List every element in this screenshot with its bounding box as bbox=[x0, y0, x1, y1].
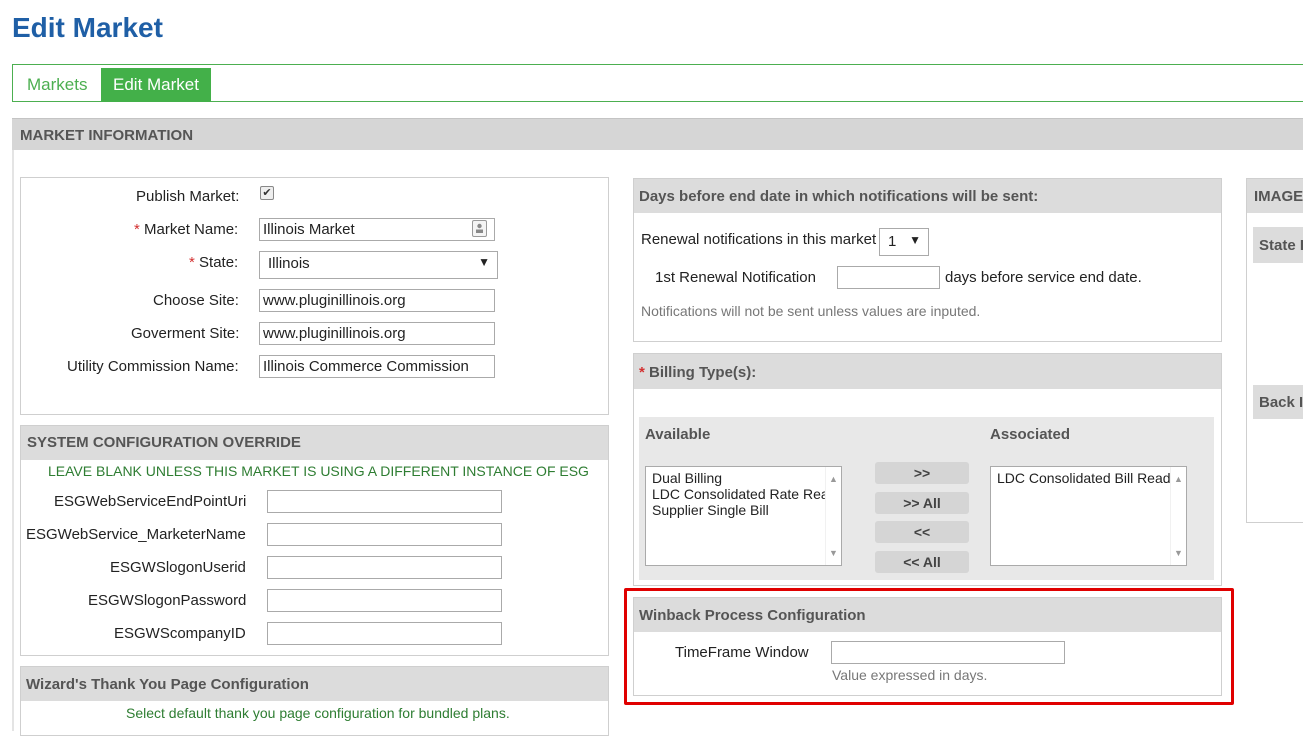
esg-marketer-name-label: ESGWebService_MarketerName bbox=[26, 526, 246, 543]
billing-header: * Billing Type(s): bbox=[634, 354, 1221, 389]
associated-listbox[interactable]: LDC Consolidated Bill Read ▲ ▼ bbox=[990, 466, 1187, 566]
chevron-down-icon: ▼ bbox=[909, 233, 921, 247]
timeframe-window-hint: Value expressed in days. bbox=[832, 667, 988, 683]
scroll-down-icon[interactable]: ▼ bbox=[829, 545, 838, 561]
wizard-note: Select default thank you page configurat… bbox=[126, 705, 510, 721]
tab-markets[interactable]: Markets bbox=[15, 68, 99, 102]
contact-card-icon[interactable] bbox=[472, 220, 487, 237]
available-label: Available bbox=[645, 426, 711, 443]
required-mark: * bbox=[189, 254, 195, 271]
choose-site-input[interactable]: www.pluginillinois.org bbox=[259, 289, 495, 312]
chevron-down-icon: ▼ bbox=[478, 255, 490, 269]
renewal-count-select[interactable]: 1 ▼ bbox=[879, 228, 929, 256]
back-image-header: Back I bbox=[1253, 385, 1303, 419]
billing-title: Billing Type(s): bbox=[649, 364, 757, 381]
list-item[interactable]: Dual Billing bbox=[652, 470, 835, 486]
publish-market-checkbox[interactable]: ✔ bbox=[260, 186, 274, 200]
scroll-down-icon[interactable]: ▼ bbox=[1174, 545, 1183, 561]
remove-all-button[interactable]: << All bbox=[875, 551, 969, 573]
system-config-header: SYSTEM CONFIGURATION OVERRIDE bbox=[21, 426, 608, 460]
section-left-rule bbox=[12, 150, 14, 731]
state-label-text: State: bbox=[199, 254, 239, 271]
esg-marketer-name-input[interactable] bbox=[267, 523, 502, 546]
renewal-count-value: 1 bbox=[888, 233, 897, 250]
first-renewal-suffix: days before service end date. bbox=[945, 269, 1142, 286]
notifications-header: Days before end date in which notificati… bbox=[634, 179, 1221, 213]
utility-commission-label: Utility Commission Name: bbox=[67, 358, 239, 375]
scroll-up-icon[interactable]: ▲ bbox=[829, 471, 838, 487]
esg-logon-password-input[interactable] bbox=[267, 589, 502, 612]
choose-site-label: Choose Site: bbox=[153, 292, 239, 309]
scroll-up-icon[interactable]: ▲ bbox=[1174, 471, 1183, 487]
state-select[interactable]: Illinois ▼ bbox=[259, 251, 498, 279]
remove-button[interactable]: << bbox=[875, 521, 969, 543]
esg-company-id-label: ESGWScompanyID bbox=[114, 625, 246, 642]
system-config-note: LEAVE BLANK UNLESS THIS MARKET IS USING … bbox=[48, 463, 589, 479]
state-label: * State: bbox=[189, 254, 238, 271]
utility-commission-input[interactable]: Illinois Commerce Commission bbox=[259, 355, 495, 378]
government-site-input[interactable]: www.pluginillinois.org bbox=[259, 322, 495, 345]
esg-logon-password-label: ESGWSlogonPassword bbox=[88, 592, 247, 609]
winback-header: Winback Process Configuration bbox=[634, 598, 1221, 632]
add-button[interactable]: >> bbox=[875, 462, 969, 484]
esg-endpoint-label: ESGWebServiceEndPointUri bbox=[54, 493, 247, 510]
renewal-notifications-label: Renewal notifications in this market bbox=[641, 231, 877, 248]
available-listbox[interactable]: Dual Billing LDC Consolidated Rate Rea S… bbox=[645, 466, 842, 566]
required-mark: * bbox=[134, 221, 140, 238]
government-site-value: www.pluginillinois.org bbox=[263, 325, 406, 342]
first-renewal-input[interactable] bbox=[837, 266, 940, 289]
utility-commission-value: Illinois Commerce Commission bbox=[263, 358, 469, 375]
publish-market-label: Publish Market: bbox=[136, 188, 240, 205]
market-name-label-text: Market Name: bbox=[144, 221, 239, 238]
esg-logon-userid-label: ESGWSlogonUserid bbox=[110, 559, 246, 576]
list-item[interactable]: LDC Consolidated Rate Rea bbox=[652, 486, 835, 502]
esg-endpoint-input[interactable] bbox=[267, 490, 502, 513]
notifications-note: Notifications will not be sent unless va… bbox=[641, 303, 981, 319]
wizard-header: Wizard's Thank You Page Configuration bbox=[21, 667, 608, 701]
choose-site-value: www.pluginillinois.org bbox=[263, 292, 406, 309]
state-image-header: State I bbox=[1253, 227, 1303, 263]
required-mark: * bbox=[639, 364, 645, 381]
timeframe-window-label: TimeFrame Window bbox=[675, 644, 809, 661]
associated-label: Associated bbox=[990, 426, 1071, 443]
market-name-input[interactable]: Illinois Market bbox=[259, 218, 495, 241]
section-header-market-information: MARKET INFORMATION bbox=[12, 118, 1303, 150]
tab-edit-market[interactable]: Edit Market bbox=[101, 68, 211, 102]
page-title: Edit Market bbox=[12, 12, 163, 43]
market-name-label: * Market Name: bbox=[134, 221, 238, 238]
first-renewal-label: 1st Renewal Notification bbox=[655, 269, 816, 286]
esg-logon-userid-input[interactable] bbox=[267, 556, 502, 579]
esg-company-id-input[interactable] bbox=[267, 622, 502, 645]
add-all-button[interactable]: >> All bbox=[875, 492, 969, 514]
list-item[interactable]: LDC Consolidated Bill Read bbox=[997, 470, 1180, 486]
market-name-value: Illinois Market bbox=[263, 221, 355, 238]
image-header: IMAGE bbox=[1247, 179, 1303, 213]
scrollbar[interactable]: ▲ ▼ bbox=[825, 467, 841, 565]
state-select-value: Illinois bbox=[268, 255, 310, 272]
scrollbar[interactable]: ▲ ▼ bbox=[1170, 467, 1186, 565]
timeframe-window-input[interactable] bbox=[831, 641, 1065, 664]
tab-bar: Markets Edit Market bbox=[12, 64, 1303, 102]
list-item[interactable]: Supplier Single Bill bbox=[652, 502, 835, 518]
government-site-label: Goverment Site: bbox=[131, 325, 240, 342]
